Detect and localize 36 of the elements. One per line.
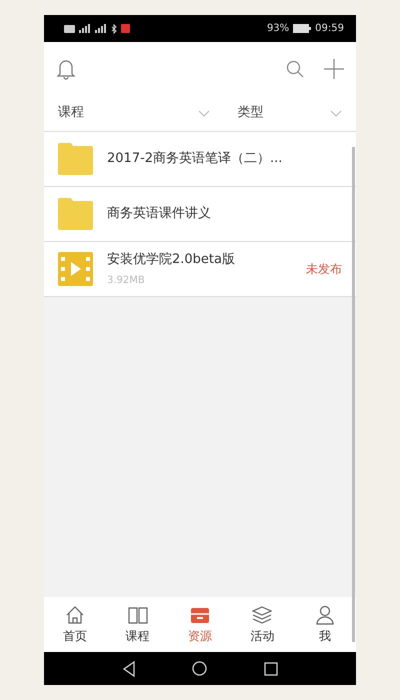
- home-circle-icon[interactable]: [192, 661, 208, 676]
- person-icon: [314, 604, 335, 624]
- battery-icon: [293, 24, 312, 33]
- file-name: 安装优学院2.0beta版: [107, 251, 235, 270]
- book-icon: [128, 604, 148, 624]
- clock: 09:59: [315, 22, 344, 36]
- file-row[interactable]: 商务英语课件讲义: [44, 187, 356, 242]
- recents-icon[interactable]: [264, 662, 278, 676]
- tab[interactable]: 我: [294, 597, 356, 652]
- add-icon[interactable]: [324, 58, 344, 78]
- video-file-icon: [58, 252, 93, 286]
- file-row[interactable]: 安装优学院2.0beta版 3.92MB 未发布: [44, 242, 356, 297]
- publish-status: 未发布: [306, 261, 342, 278]
- filter-dropdown[interactable]: 类型: [224, 103, 356, 123]
- home-icon: [65, 604, 86, 624]
- bluetooth-icon: [111, 24, 117, 34]
- back-icon[interactable]: [122, 660, 136, 676]
- signal-icon: [95, 24, 107, 33]
- chevron-down-icon: [330, 110, 342, 116]
- chevron-down-icon: [198, 110, 210, 116]
- layers-icon: [252, 604, 272, 624]
- bell-icon[interactable]: [56, 58, 76, 80]
- file-name: 商务英语课件讲义: [107, 205, 211, 224]
- tab[interactable]: 首页: [44, 597, 106, 652]
- signal-icon: [79, 24, 91, 33]
- tab[interactable]: 活动: [231, 597, 294, 652]
- file-row[interactable]: 2017-2商务英语笔译（二）...: [44, 132, 356, 187]
- folder-icon: [58, 198, 93, 230]
- tab[interactable]: 课程: [106, 597, 169, 652]
- file-size: 3.92MB: [107, 274, 146, 288]
- battery-percent: 93%: [266, 22, 290, 36]
- tab[interactable]: 资源: [168, 597, 232, 652]
- file-name: 2017-2商务英语笔译（二）...: [107, 150, 282, 168]
- search-icon[interactable]: [286, 60, 304, 78]
- folder-icon: [58, 143, 93, 175]
- filter-dropdown[interactable]: 课程: [44, 103, 224, 123]
